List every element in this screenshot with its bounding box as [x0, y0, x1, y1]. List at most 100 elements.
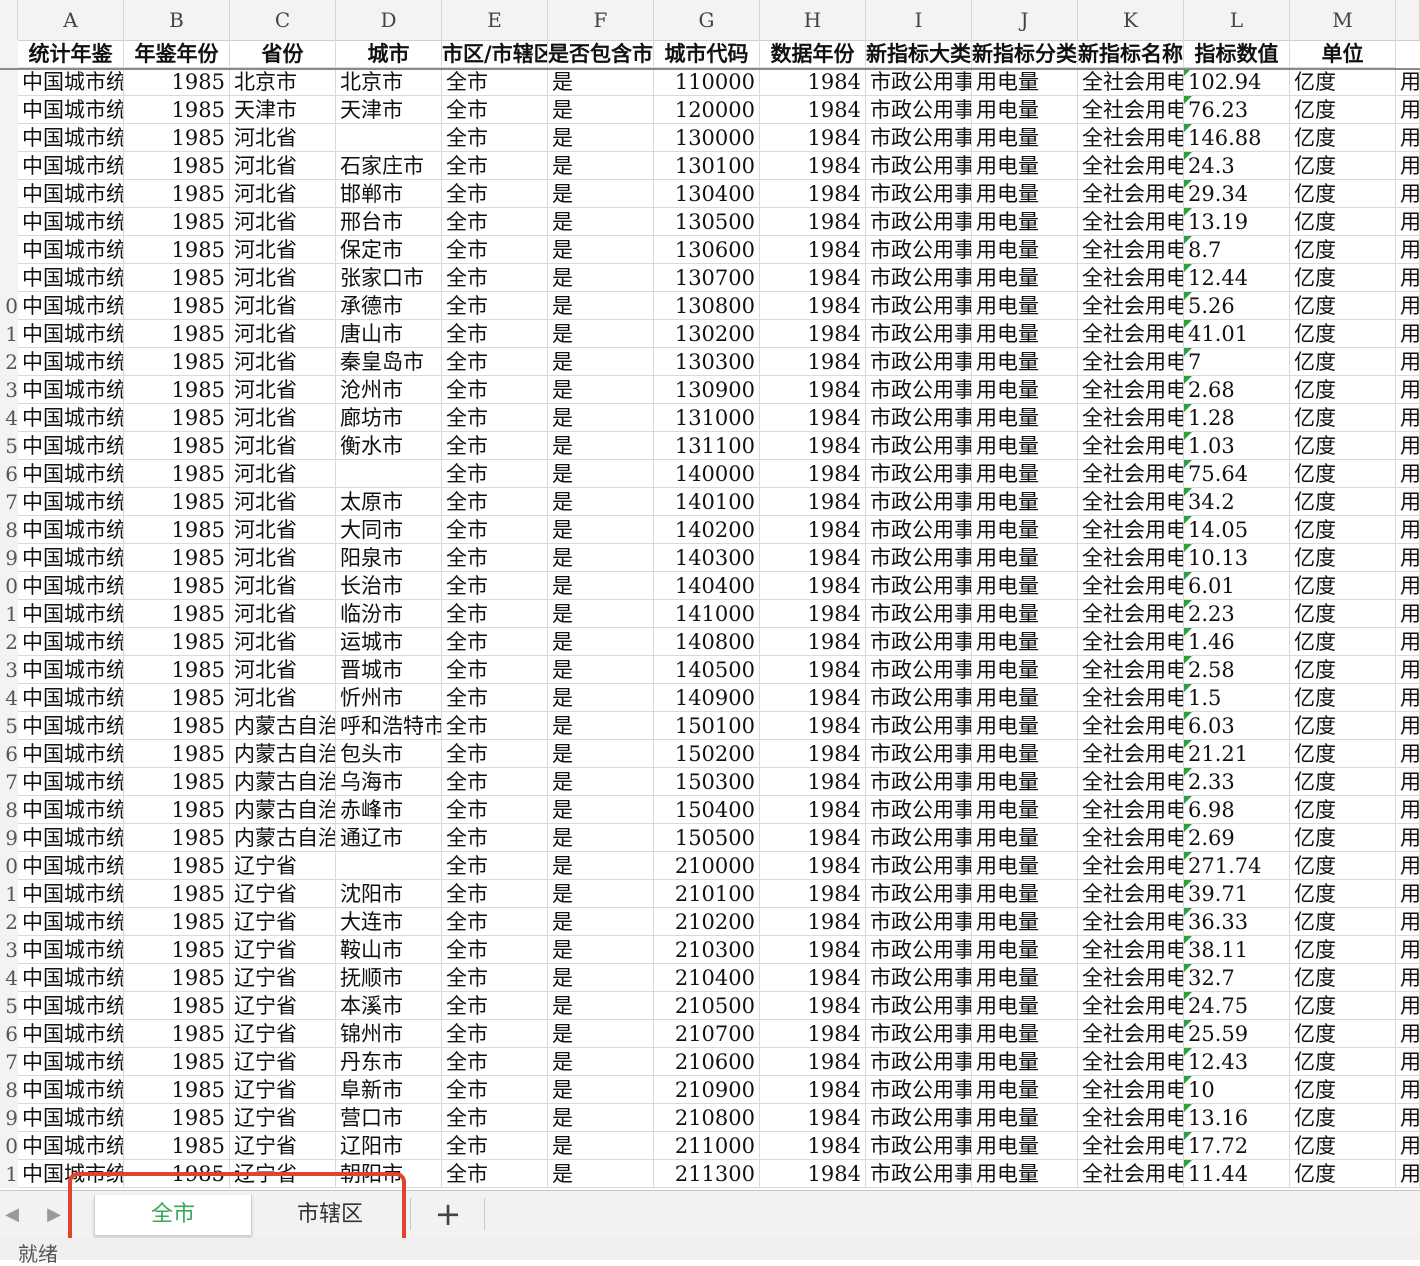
cell-k[interactable]: 全社会用电: [1078, 992, 1184, 1020]
cell-a[interactable]: 中国城市统: [18, 180, 124, 208]
cell-i[interactable]: 市政公用事: [866, 1104, 972, 1132]
cell-n[interactable]: 用: [1396, 1076, 1420, 1104]
row-number[interactable]: 1: [0, 320, 18, 348]
cell-i[interactable]: 市政公用事: [866, 404, 972, 432]
cell-f[interactable]: 是: [548, 712, 654, 740]
row-number[interactable]: 1: [0, 880, 18, 908]
cell-i[interactable]: 市政公用事: [866, 992, 972, 1020]
cell-m[interactable]: 亿度: [1290, 432, 1396, 460]
cell-f[interactable]: 是: [548, 124, 654, 152]
cell-f[interactable]: 是: [548, 376, 654, 404]
cell-n[interactable]: 用: [1396, 236, 1420, 264]
cell-k[interactable]: 全社会用电: [1078, 1160, 1184, 1188]
cell-d[interactable]: 忻州市: [336, 684, 442, 712]
cell-c[interactable]: 河北省: [230, 544, 336, 572]
cell-n[interactable]: 用: [1396, 936, 1420, 964]
cell-m[interactable]: 亿度: [1290, 1020, 1396, 1048]
cell-l[interactable]: 24.75: [1184, 992, 1290, 1020]
cell-a[interactable]: 中国城市统: [18, 124, 124, 152]
cell-a[interactable]: 中国城市统: [18, 488, 124, 516]
cell-e[interactable]: 全市: [442, 376, 548, 404]
cell-c[interactable]: 河北省: [230, 236, 336, 264]
cell-e[interactable]: 全市: [442, 1048, 548, 1076]
cell-h[interactable]: 1984: [760, 68, 866, 96]
cell-m[interactable]: 亿度: [1290, 460, 1396, 488]
cell-m[interactable]: 亿度: [1290, 656, 1396, 684]
row-number[interactable]: [0, 264, 18, 292]
cell-k[interactable]: 全社会用电: [1078, 404, 1184, 432]
cell-h[interactable]: 1984: [760, 1076, 866, 1104]
column-header-g[interactable]: G: [654, 0, 760, 40]
cell-c[interactable]: 内蒙古自治: [230, 824, 336, 852]
cell-c[interactable]: 河北省: [230, 460, 336, 488]
cell-f[interactable]: 是: [548, 600, 654, 628]
cell-l[interactable]: 25.59: [1184, 1020, 1290, 1048]
cell-d[interactable]: 邢台市: [336, 208, 442, 236]
cell-d[interactable]: 运城市: [336, 628, 442, 656]
cell-k[interactable]: 全社会用电: [1078, 264, 1184, 292]
cell-d[interactable]: 张家口市: [336, 264, 442, 292]
cell-i[interactable]: 市政公用事: [866, 656, 972, 684]
cell-f[interactable]: 是: [548, 768, 654, 796]
cell-d[interactable]: 沈阳市: [336, 880, 442, 908]
cell-n[interactable]: 用: [1396, 320, 1420, 348]
cell-m[interactable]: 亿度: [1290, 68, 1396, 96]
cell-j[interactable]: 用电量: [972, 1076, 1078, 1104]
cell-c[interactable]: 河北省: [230, 656, 336, 684]
cell-c[interactable]: 辽宁省: [230, 1020, 336, 1048]
cell-g[interactable]: 210100: [654, 880, 760, 908]
cell-b[interactable]: 1985: [124, 1048, 230, 1076]
cell-j[interactable]: 用电量: [972, 292, 1078, 320]
row-number[interactable]: 0: [0, 852, 18, 880]
cell-d[interactable]: [336, 124, 442, 152]
cell-g[interactable]: 130400: [654, 180, 760, 208]
row-number[interactable]: 1: [0, 1160, 18, 1188]
cell-i[interactable]: 市政公用事: [866, 768, 972, 796]
cell-a[interactable]: 中国城市统: [18, 1104, 124, 1132]
cell-g[interactable]: 131100: [654, 432, 760, 460]
cell-d[interactable]: 包头市: [336, 740, 442, 768]
cell-j[interactable]: 用电量: [972, 712, 1078, 740]
cell-i[interactable]: 市政公用事: [866, 264, 972, 292]
cell-e[interactable]: 全市: [442, 544, 548, 572]
cell-f[interactable]: 是: [548, 460, 654, 488]
cell-f[interactable]: 是: [548, 404, 654, 432]
cell-a[interactable]: 中国城市统: [18, 292, 124, 320]
cell-j[interactable]: 用电量: [972, 880, 1078, 908]
cell-g[interactable]: 210700: [654, 1020, 760, 1048]
cell-b[interactable]: 1985: [124, 264, 230, 292]
cell-j[interactable]: 用电量: [972, 656, 1078, 684]
header-cell[interactable]: 新指标大类: [866, 40, 972, 68]
cell-e[interactable]: 全市: [442, 600, 548, 628]
cell-k[interactable]: 全社会用电: [1078, 600, 1184, 628]
cell-m[interactable]: 亿度: [1290, 180, 1396, 208]
cell-d[interactable]: 营口市: [336, 1104, 442, 1132]
cell-i[interactable]: 市政公用事: [866, 628, 972, 656]
header-cell[interactable]: 指标数值: [1184, 40, 1290, 68]
cell-a[interactable]: 中国城市统: [18, 404, 124, 432]
cell-j[interactable]: 用电量: [972, 460, 1078, 488]
cell-j[interactable]: 用电量: [972, 1160, 1078, 1188]
cell-b[interactable]: 1985: [124, 796, 230, 824]
cell-a[interactable]: 中国城市统: [18, 908, 124, 936]
cell-g[interactable]: 210800: [654, 1104, 760, 1132]
cell-a[interactable]: 中国城市统: [18, 544, 124, 572]
row-number[interactable]: 8: [0, 796, 18, 824]
column-header-a[interactable]: A: [18, 0, 124, 40]
cell-e[interactable]: 全市: [442, 460, 548, 488]
cell-e[interactable]: 全市: [442, 124, 548, 152]
cell-j[interactable]: 用电量: [972, 516, 1078, 544]
cell-m[interactable]: 亿度: [1290, 264, 1396, 292]
cell-k[interactable]: 全社会用电: [1078, 516, 1184, 544]
cell-j[interactable]: 用电量: [972, 964, 1078, 992]
cell-k[interactable]: 全社会用电: [1078, 348, 1184, 376]
cell-d[interactable]: 晋城市: [336, 656, 442, 684]
row-number[interactable]: 4: [0, 964, 18, 992]
cell-l[interactable]: 41.01: [1184, 320, 1290, 348]
cell-f[interactable]: 是: [548, 208, 654, 236]
cell-b[interactable]: 1985: [124, 964, 230, 992]
cell-g[interactable]: 131000: [654, 404, 760, 432]
cell-g[interactable]: 130000: [654, 124, 760, 152]
row-number[interactable]: 9: [0, 824, 18, 852]
cell-h[interactable]: 1984: [760, 376, 866, 404]
